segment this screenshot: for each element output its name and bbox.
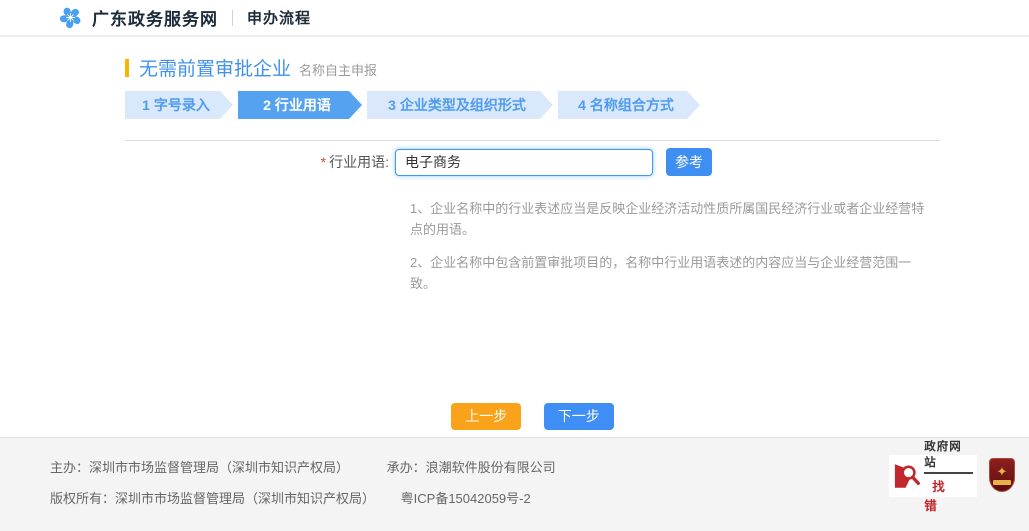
find-error-text: 政府网站 找错 bbox=[924, 438, 973, 514]
page-footer: 主办：深圳市市场监督管理局（深圳市知识产权局） 承办：浪潮软件股份有限公司 版权… bbox=[0, 437, 1029, 531]
page-subtitle: 名称自主申报 bbox=[299, 60, 377, 79]
field-label-text: 行业用语: bbox=[329, 154, 389, 170]
step-3-tab[interactable]: 3 企业类型及组织形式 bbox=[367, 91, 553, 119]
step-2-tab[interactable]: 2 行业用语 bbox=[238, 91, 362, 119]
previous-step-button[interactable]: 上一步 bbox=[451, 403, 521, 430]
tip-1: 1、企业名称中的行业表述应当是反映企业经济活动性质所属国民经济行业或者企业经营特… bbox=[410, 198, 932, 241]
footer-line-2: 版权所有：深圳市市场监督管理局（深圳市知识产权局） 粤ICP备15042059号… bbox=[50, 483, 1029, 514]
step-progress: 1 字号录入 2 行业用语 3 企业类型及组织形式 4 名称组合方式 bbox=[125, 91, 940, 119]
page-title-row: 无需前置审批企业 名称自主申报 bbox=[125, 37, 940, 81]
magnifier-flag-icon bbox=[891, 460, 922, 492]
find-error-line1: 政府网站 bbox=[924, 438, 973, 474]
field-tips: 1、企业名称中的行业表述应当是反映企业经济活动性质所属国民经济行业或者企业经营特… bbox=[410, 198, 932, 295]
pinwheel-logo-icon bbox=[58, 5, 83, 30]
tip-2: 2、企业名称中包含前置审批项目的，名称中行业用语表述的内容应当与企业经营范围一致… bbox=[410, 252, 932, 295]
shield-emblem: ✦ bbox=[997, 465, 1008, 478]
wizard-buttons-row: 上一步 下一步 bbox=[125, 403, 940, 430]
industry-term-field-row: *行业用语: 参考 bbox=[125, 148, 940, 176]
reference-button[interactable]: 参考 bbox=[666, 148, 712, 176]
page-title: 无需前置审批企业 bbox=[139, 54, 291, 81]
host-org: 深圳市市场监督管理局（深圳市知识产权局） bbox=[89, 460, 349, 475]
main-content: 无需前置审批企业 名称自主申报 1 字号录入 2 行业用语 3 企业类型及组织形… bbox=[0, 37, 1029, 437]
step-4-tab[interactable]: 4 名称组合方式 bbox=[558, 91, 700, 119]
step-1-tab[interactable]: 1 字号录入 bbox=[125, 91, 233, 119]
undertake-org: 浪潮软件股份有限公司 bbox=[426, 460, 556, 475]
shield-strip bbox=[993, 480, 1011, 485]
copyright-org: 深圳市市场监督管理局（深圳市知识产权局） bbox=[115, 491, 375, 506]
gov-site-find-error-badge[interactable]: 政府网站 找错 bbox=[889, 455, 977, 497]
gov-shield-icon[interactable]: ✦ bbox=[989, 458, 1015, 492]
industry-term-label: *行业用语: bbox=[125, 152, 395, 172]
copyright-label: 版权所有： bbox=[50, 491, 115, 506]
industry-term-input[interactable] bbox=[395, 149, 653, 176]
header-divider bbox=[232, 10, 233, 26]
nav-application-flow[interactable]: 申办流程 bbox=[247, 7, 311, 28]
host-label: 主办： bbox=[50, 460, 89, 475]
required-asterisk: * bbox=[321, 154, 326, 170]
undertake-label: 承办： bbox=[387, 460, 426, 475]
section-divider bbox=[125, 140, 940, 141]
title-accent-bar bbox=[125, 59, 129, 77]
icp-number: 粤ICP备15042059号-2 bbox=[401, 491, 531, 506]
next-step-button[interactable]: 下一步 bbox=[544, 403, 614, 430]
find-error-line2: 找错 bbox=[924, 476, 973, 514]
top-header: 广东政务服务网 申办流程 bbox=[0, 0, 1029, 37]
site-title: 广东政务服务网 bbox=[92, 5, 218, 30]
footer-line-1: 主办：深圳市市场监督管理局（深圳市知识产权局） 承办：浪潮软件股份有限公司 bbox=[50, 452, 1029, 483]
